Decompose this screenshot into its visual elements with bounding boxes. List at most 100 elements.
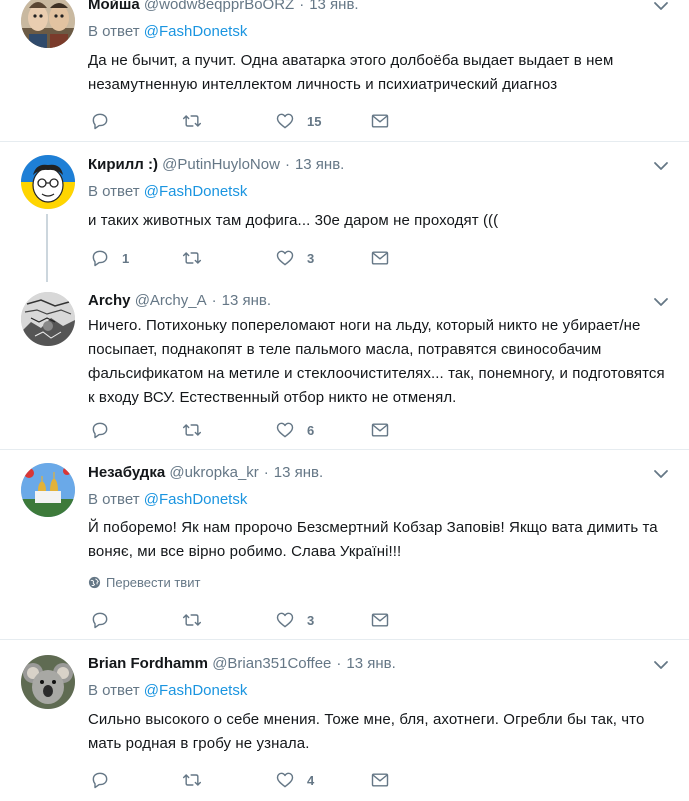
retweet-icon [182, 614, 202, 626]
direct-message-button[interactable] [370, 418, 390, 442]
tweet-actions: 4 [88, 768, 408, 792]
tweet-text: Й поборемо! Як нам пророчо Безсмертний К… [88, 519, 658, 560]
like-button[interactable]: 6 [275, 418, 314, 442]
tweet-header: Мойша @wodw8eqpprBoORZ · 13 янв. [88, 0, 359, 16]
reply-prefix: В ответ [88, 23, 140, 40]
direct-message-icon [371, 251, 389, 265]
tweet-actions: 6 [88, 418, 408, 442]
like-icon [276, 772, 294, 788]
like-count: 15 [307, 113, 322, 129]
like-count: 3 [307, 612, 315, 628]
separator-dot: · [263, 464, 269, 481]
retweet-button[interactable] [182, 418, 214, 442]
reply-to-link[interactable]: @FashDonetsk [144, 23, 248, 40]
tweet[interactable]: Brian Fordhamm @Brian351Coffee · 13 янв. В… [0, 640, 689, 801]
retweet-icon [182, 774, 202, 786]
avatar[interactable] [21, 463, 75, 517]
avatar[interactable] [21, 0, 75, 48]
display-name[interactable]: Мойша [88, 0, 140, 13]
timestamp[interactable]: 13 янв. [309, 0, 358, 13]
tweet-text: и таких животных там дофига... 30е даром… [88, 212, 499, 229]
like-icon [276, 113, 294, 129]
direct-message-icon [371, 114, 389, 128]
separator-dot: · [284, 156, 290, 173]
caret-down-icon[interactable] [653, 294, 669, 310]
direct-message-button[interactable] [370, 246, 390, 270]
reply-context: В ответ @FashDonetsk [88, 22, 247, 42]
reply-button[interactable] [90, 768, 122, 792]
timestamp[interactable]: 13 янв. [222, 292, 271, 309]
retweet-icon [182, 252, 202, 264]
tweet-header: Archy @Archy_A · 13 янв. [88, 290, 271, 312]
timestamp[interactable]: 13 янв. [274, 464, 323, 481]
like-button[interactable]: 15 [275, 109, 321, 133]
direct-message-button[interactable] [370, 608, 390, 632]
username[interactable]: @ukropka_kr [169, 464, 258, 481]
direct-message-button[interactable] [370, 768, 390, 792]
retweet-button[interactable] [182, 768, 214, 792]
reply-context: В ответ @FashDonetsk [88, 182, 247, 202]
tweet[interactable]: Archy @Archy_A · 13 янв. Ничего. Потихоньк… [0, 282, 689, 450]
direct-message-icon [371, 773, 389, 787]
direct-message-icon [371, 423, 389, 437]
separator-dot: · [336, 655, 342, 672]
timestamp[interactable]: 13 янв. [346, 655, 395, 672]
caret-down-icon[interactable] [653, 0, 669, 14]
reply-prefix: В ответ [88, 682, 140, 699]
avatar[interactable] [21, 155, 75, 209]
retweet-icon [182, 424, 202, 436]
like-button[interactable]: 3 [275, 608, 314, 632]
reply-button[interactable]: 1 [90, 246, 129, 270]
reply-to-link[interactable]: @FashDonetsk [144, 183, 248, 200]
thread-connector [46, 214, 48, 282]
username[interactable]: @PutinHuyloNow [162, 156, 280, 173]
tweet[interactable]: Незабудка @ukropka_kr · 13 янв. В ответ @F… [0, 450, 689, 640]
username[interactable]: @Brian351Coffee [212, 655, 331, 672]
retweet-button[interactable] [182, 608, 214, 632]
timestamp[interactable]: 13 янв. [295, 156, 344, 173]
display-name[interactable]: Незабудка [88, 464, 165, 481]
tweet-header: Незабудка @ukropka_kr · 13 янв. [88, 462, 323, 484]
like-icon [276, 422, 294, 438]
reply-context: В ответ @FashDonetsk [88, 681, 247, 701]
avatar[interactable] [21, 292, 75, 346]
like-button[interactable]: 3 [275, 246, 314, 270]
reply-icon [92, 772, 108, 789]
direct-message-button[interactable] [370, 109, 390, 133]
avatar[interactable] [21, 655, 75, 709]
retweet-button[interactable] [182, 246, 214, 270]
reply-prefix: В ответ [88, 183, 140, 200]
tweet-text: Сильно высокого о себе мнения. Тоже мне,… [88, 711, 645, 752]
retweet-button[interactable] [182, 109, 214, 133]
like-icon [276, 250, 294, 266]
direct-message-icon [371, 613, 389, 627]
translate-label: Перевести твит [106, 575, 201, 590]
reply-icon [92, 612, 108, 629]
separator-dot: · [299, 0, 305, 13]
caret-down-icon[interactable] [653, 466, 669, 482]
reply-button[interactable] [90, 109, 122, 133]
caret-down-icon[interactable] [653, 657, 669, 673]
like-button[interactable]: 4 [275, 768, 314, 792]
globe-icon [88, 576, 101, 589]
reply-icon [92, 250, 108, 267]
retweet-icon [182, 115, 202, 127]
translate-tweet-link[interactable]: Перевести твит [88, 575, 200, 590]
caret-down-icon[interactable] [653, 158, 669, 174]
tweet[interactable]: Мойша @wodw8eqpprBoORZ · 13 янв. В ответ @… [0, 0, 689, 142]
like-count: 3 [307, 250, 315, 266]
tweet-actions: 15 [88, 109, 408, 133]
reply-prefix: В ответ [88, 491, 140, 508]
reply-to-link[interactable]: @FashDonetsk [144, 682, 248, 699]
reply-button[interactable] [90, 608, 122, 632]
tweet[interactable]: Кирилл :) @PutinHuyloNow · 13 янв. В ответ… [0, 142, 689, 282]
display-name[interactable]: Archy [88, 292, 131, 309]
reply-to-link[interactable]: @FashDonetsk [144, 491, 248, 508]
username[interactable]: @wodw8eqpprBoORZ [144, 0, 294, 13]
display-name[interactable]: Кирилл :) [88, 156, 158, 173]
username[interactable]: @Archy_A [135, 292, 207, 309]
display-name[interactable]: Brian Fordhamm [88, 655, 208, 672]
reply-button[interactable] [90, 418, 122, 442]
tweet-actions: 1 3 [88, 246, 408, 270]
reply-icon [92, 422, 108, 439]
